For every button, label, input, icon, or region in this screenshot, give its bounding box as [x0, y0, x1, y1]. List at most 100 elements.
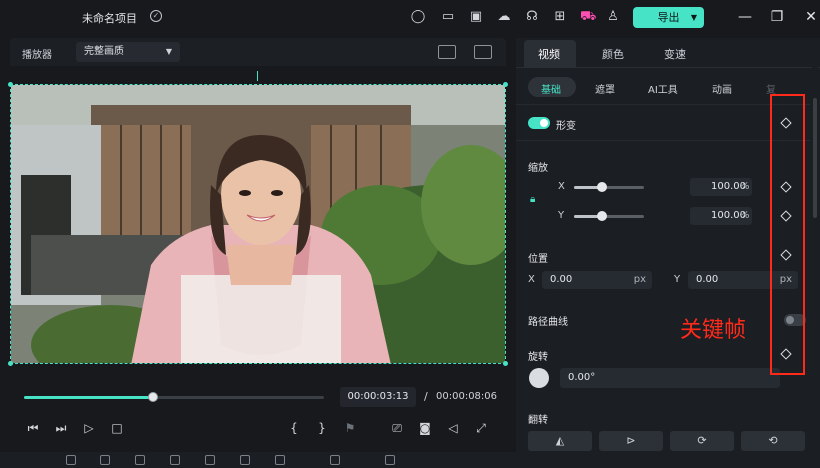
display-icon[interactable]: ⎚ [390, 420, 404, 436]
waveform-icon[interactable] [474, 45, 492, 59]
cloud-icon[interactable]: ☁ [496, 9, 512, 25]
scale-y-slider[interactable] [574, 211, 644, 221]
tool-icon[interactable] [66, 455, 76, 465]
flip-vertical-icon[interactable]: ⊳ [599, 431, 663, 451]
path-curve-label: 路径曲线 [528, 317, 568, 328]
quality-select[interactable]: 完整画质 ▼ [76, 42, 180, 62]
tab-speed[interactable]: 变速 [664, 46, 686, 62]
stop-icon[interactable]: □ [110, 420, 124, 436]
subtab-ai-tools[interactable]: AI工具 [648, 81, 678, 96]
video-frame [11, 85, 505, 363]
mark-in-button[interactable]: { [287, 420, 301, 436]
export-button[interactable]: 导出 ▼ [633, 7, 704, 28]
transform-toggle[interactable] [528, 117, 550, 129]
slider-knob[interactable] [597, 182, 607, 192]
playhead-knob[interactable] [148, 392, 158, 402]
scale-x-slider[interactable] [574, 182, 644, 192]
cart-icon[interactable]: ⛟ [580, 9, 596, 25]
subtab-animation[interactable]: 动画 [712, 81, 732, 96]
save-icon[interactable]: ▣ [468, 9, 484, 25]
marker-icon[interactable]: ⚑ [343, 420, 357, 436]
video-preview[interactable] [10, 84, 506, 364]
tool-icon[interactable] [385, 455, 395, 465]
tool-icon[interactable] [330, 455, 340, 465]
slider-knob[interactable] [597, 211, 607, 221]
panel-tabs: 视频 颜色 变速 [516, 38, 820, 68]
rotate-left-icon[interactable]: ⟲ [741, 431, 805, 451]
tool-icon[interactable] [135, 455, 145, 465]
scale-label: 缩放 [528, 163, 548, 174]
divider [516, 140, 810, 141]
next-frame-icon[interactable]: ⏭ [54, 420, 68, 436]
player-label: 播放器 [22, 50, 52, 61]
tool-icon[interactable] [205, 455, 215, 465]
user-icon[interactable]: ♙ [605, 9, 621, 25]
export-label: 导出 [657, 11, 680, 24]
rotate-right-icon[interactable]: ⟳ [670, 431, 734, 451]
scale-y-unit: % [740, 210, 750, 221]
apps-icon[interactable]: ⊞ [552, 9, 568, 25]
player-area: 播放器 完整画质 ▼ 00:00:03:13 / 00:00:08:06 ⏮ ⏭… [8, 38, 508, 448]
minimize-icon[interactable]: — [738, 9, 752, 25]
layout-icon[interactable]: ▭ [440, 9, 456, 25]
scale-x-label: X [558, 181, 565, 192]
tool-icon[interactable] [275, 455, 285, 465]
total-time: 00:00:08:06 [436, 391, 498, 402]
chevron-down-icon: ▼ [165, 47, 172, 56]
keyframe-highlight-box [770, 94, 805, 375]
rotation-input[interactable]: 0.00° [560, 368, 780, 388]
tool-icon[interactable] [100, 455, 110, 465]
save-status-icon: ✓ [150, 10, 162, 22]
volume-icon[interactable]: ◁ [446, 420, 460, 436]
flip-horizontal-icon[interactable]: ◭ [528, 431, 592, 451]
scrollbar-thumb[interactable] [813, 98, 817, 218]
export-dropdown-icon[interactable]: ▼ [691, 7, 697, 28]
resize-handle-bottom-right[interactable] [503, 361, 508, 366]
tab-video[interactable]: 视频 [538, 46, 560, 62]
lock-icon[interactable]: 🔒︎ [530, 194, 535, 205]
position-x-label: X [528, 274, 535, 285]
position-x-input[interactable]: 0.00 px [542, 271, 652, 289]
resize-handle-top-left[interactable] [8, 82, 13, 87]
record-icon[interactable]: ◯ [410, 9, 426, 25]
position-y-label: Y [674, 274, 681, 285]
position-label: 位置 [528, 254, 548, 265]
tool-icon[interactable] [240, 455, 250, 465]
player-header: 播放器 完整画质 ▼ [10, 38, 506, 66]
divider [516, 104, 810, 105]
position-x-value: 0.00 [550, 274, 573, 285]
center-guide [257, 71, 258, 81]
scale-y-label: Y [558, 210, 565, 221]
scale-x-unit: % [740, 181, 750, 192]
maximize-icon[interactable]: ❐ [770, 9, 784, 25]
tool-icon[interactable] [170, 455, 180, 465]
headset-icon[interactable]: ☊ [524, 9, 540, 25]
play-icon[interactable]: ▷ [82, 420, 96, 436]
project-title[interactable]: 未命名项目 [82, 10, 137, 26]
close-icon[interactable]: ✕ [804, 9, 818, 25]
rotation-dial[interactable] [529, 368, 549, 388]
quality-value: 完整画质 [84, 46, 124, 57]
playback-timeline[interactable] [24, 392, 324, 402]
mark-out-button[interactable]: } [315, 420, 329, 436]
toggle-knob [540, 119, 548, 127]
resize-handle-bottom-left[interactable] [8, 361, 13, 366]
title-bar: 未命名项目 ✓ ◯ ▭ ▣ ☁ ☊ ⊞ ⛟ ♙ 导出 ▼ — ❐ ✕ [0, 0, 820, 35]
snapshot-icon[interactable]: ◙ [418, 420, 432, 436]
resize-handle-top-right[interactable] [503, 82, 508, 87]
keyframe-annotation-text: 关键帧 [680, 318, 747, 343]
subtab-basic[interactable]: 基础 [541, 81, 561, 96]
position-x-unit: px [633, 274, 646, 285]
fullscreen-icon[interactable]: ⤢ [474, 420, 488, 436]
compare-view-icon[interactable] [438, 45, 456, 59]
position-y-value: 0.00 [696, 274, 719, 285]
prev-frame-icon[interactable]: ⏮ [26, 420, 40, 436]
transform-label: 形变 [556, 121, 576, 132]
timeline-progress [24, 396, 153, 399]
rotation-label: 旋转 [528, 352, 548, 363]
current-time[interactable]: 00:00:03:13 [340, 387, 416, 407]
time-separator: / [424, 390, 428, 403]
tab-color[interactable]: 颜色 [602, 46, 624, 62]
panel-scrollbar[interactable] [812, 38, 818, 468]
subtab-mask[interactable]: 遮罩 [595, 81, 615, 96]
